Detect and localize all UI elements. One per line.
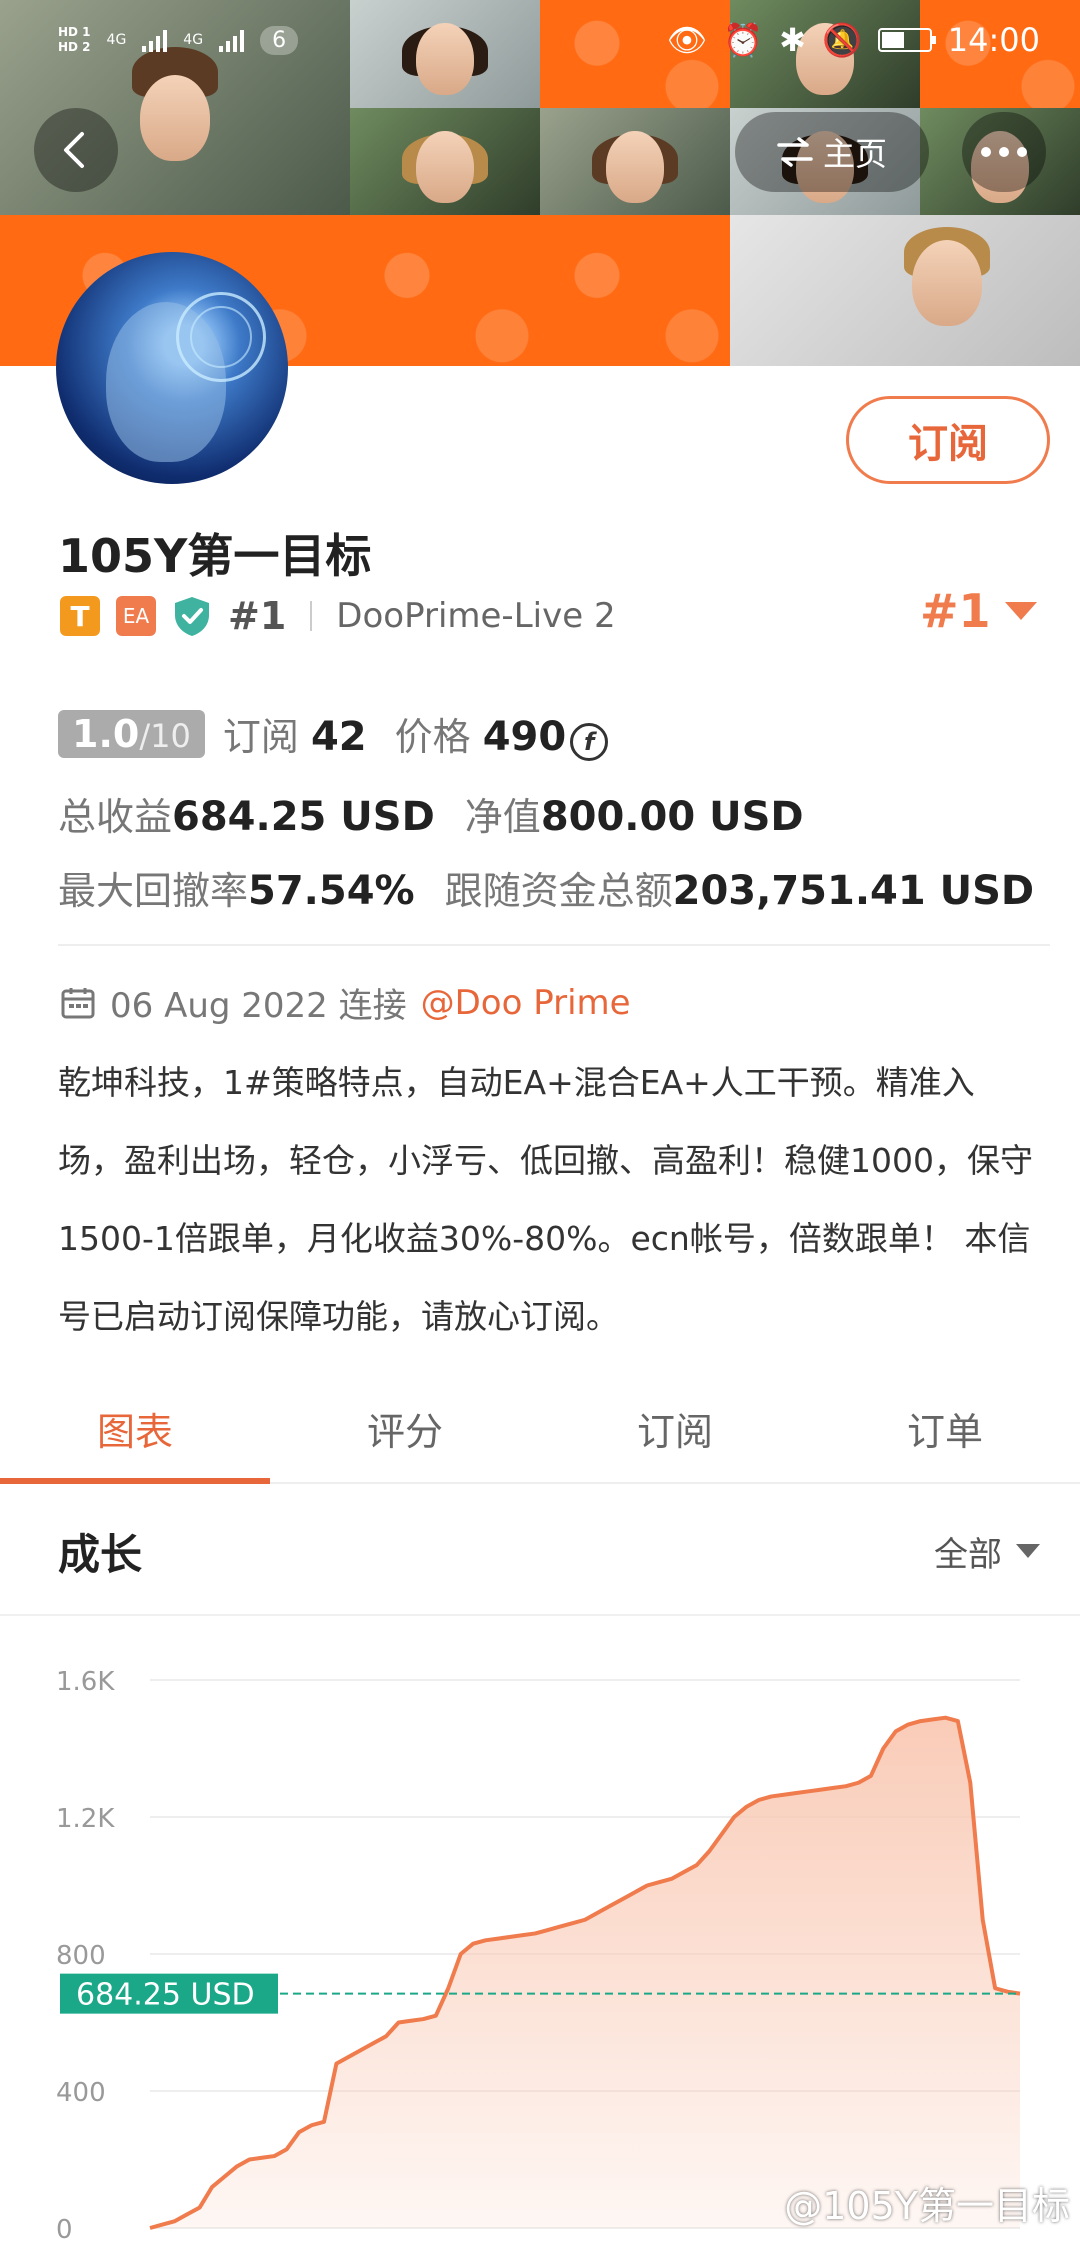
y-tick-label: 0 <box>56 2215 73 2244</box>
score-total: /10 <box>139 716 191 755</box>
more-dot-icon <box>999 147 1009 157</box>
mute-icon: 🔕 <box>821 21 862 59</box>
follow-value: 203,751.41 USD <box>672 868 1035 914</box>
connect-date-row: 06 Aug 2022 连接 @Doo Prime <box>60 978 631 1027</box>
rank-label: #1 <box>228 594 287 638</box>
y-tick-label: 1.6K <box>56 1667 115 1697</box>
notification-count: 6 <box>260 25 299 55</box>
hd-1-label: HD 1 <box>58 25 91 39</box>
tag-ea-badge: EA <box>116 596 156 636</box>
drawdown-label: 最大回撤率 <box>58 869 249 913</box>
current-value-label: 684.25 USD <box>76 1978 255 2013</box>
rank-dropdown-label: #1 <box>920 584 991 638</box>
drawdown-value: 57.54% <box>248 868 415 914</box>
tab-orders[interactable]: 订单 <box>810 1380 1080 1482</box>
chevron-left-icon <box>64 132 84 168</box>
banner-orange-tile <box>350 215 540 366</box>
status-bar: HD 1 HD 2 4G 4G 6 👁 ⏰ ✱ 🔕 14:00 <box>0 0 1080 80</box>
home-button[interactable]: 主页 <box>735 112 929 192</box>
subs-label: 订阅 <box>222 715 299 759</box>
signal-icon <box>142 28 168 52</box>
swap-icon <box>777 137 813 167</box>
banner-photo <box>540 108 730 216</box>
subscribe-button[interactable]: 订阅 <box>846 396 1050 484</box>
connect-date: 06 Aug 2022 连接 <box>110 986 407 1026</box>
tab-subscribe[interactable]: 订阅 <box>540 1380 810 1482</box>
banner-photo <box>730 215 1080 366</box>
more-dot-icon <box>1017 147 1027 157</box>
profit-value: 684.25 USD <box>172 794 435 840</box>
more-dot-icon <box>981 147 991 157</box>
hd-indicator: HD 1 HD 2 <box>58 25 91 55</box>
server-name: DooPrime-Live 2 <box>336 596 616 636</box>
rank-dropdown[interactable]: #1 <box>920 584 1037 638</box>
tab-chart[interactable]: 图表 <box>0 1380 270 1484</box>
range-filter[interactable]: 全部 <box>934 1527 1040 1576</box>
home-label: 主页 <box>822 135 887 173</box>
back-button[interactable] <box>34 108 118 192</box>
caret-down-icon <box>1016 1544 1040 1558</box>
tag-row: T EA #1 DooPrime-Live 2 <box>60 594 616 638</box>
profit-label: 总收益 <box>58 795 173 839</box>
broker-link[interactable]: @Doo Prime <box>421 983 631 1023</box>
caret-down-icon <box>1004 602 1037 620</box>
bluetooth-icon: ✱ <box>779 21 806 59</box>
network-1-label: 4G <box>106 32 127 48</box>
score-badge: 1.0/10 <box>58 709 205 758</box>
battery-icon <box>877 28 936 52</box>
banner-orange-tile <box>540 215 730 366</box>
tab-bar: 图表 评分 订阅 订单 <box>0 1380 1080 1484</box>
growth-title: 成长 <box>58 1529 143 1579</box>
stats-row-2: 总收益684.25 USD 净值800.00 USD <box>58 786 804 841</box>
banner-photo <box>350 108 540 216</box>
divider <box>58 944 1050 946</box>
avatar[interactable] <box>56 252 288 484</box>
price-label: 价格 <box>394 715 471 759</box>
coin-icon: f <box>570 723 609 761</box>
score-value: 1.0 <box>72 711 140 756</box>
tab-rating[interactable]: 评分 <box>270 1380 540 1482</box>
alarm-icon: ⏰ <box>723 21 764 59</box>
subs-value: 42 <box>310 714 367 760</box>
stats-row-1: 1.0/10 订阅 42 价格 490 f <box>58 706 609 761</box>
y-tick-label: 800 <box>56 1941 106 1971</box>
network-2-label: 4G <box>183 32 204 48</box>
eye-icon: 👁 <box>666 21 708 59</box>
growth-header: 成长 全部 <box>0 1488 1080 1616</box>
hd-2-label: HD 2 <box>58 40 91 54</box>
stats-row-3: 最大回撤率57.54% 跟随资金总额203,751.41 USD <box>58 860 1034 915</box>
signal-icon <box>219 28 245 52</box>
more-button[interactable] <box>962 112 1046 192</box>
tag-t-badge: T <box>60 596 100 636</box>
shield-check-icon <box>175 597 209 636</box>
signal-name: 105Y第一目标 <box>58 529 372 583</box>
y-tick-label: 400 <box>56 2078 106 2108</box>
price-value: 490 <box>482 714 567 760</box>
y-tick-label: 1.2K <box>56 1804 115 1834</box>
watermark: @105Y第一目标 <box>784 2184 1070 2228</box>
range-filter-label: 全部 <box>934 1534 1002 1575</box>
calendar-icon <box>61 987 95 1018</box>
growth-chart[interactable]: 1.6K 1.2K 800 400 0 684.25 USD <box>0 1616 1080 2244</box>
equity-label: 净值 <box>464 795 541 839</box>
separator <box>310 601 313 631</box>
follow-label: 跟随资金总额 <box>444 869 673 913</box>
clock-time: 14:00 <box>947 21 1040 59</box>
signal-description: 乾坤科技，1#策略特点，自动EA+混合EA+人工干预。精准入场，盈利出场，轻仓，… <box>58 1063 1033 1336</box>
equity-value: 800.00 USD <box>540 794 804 840</box>
